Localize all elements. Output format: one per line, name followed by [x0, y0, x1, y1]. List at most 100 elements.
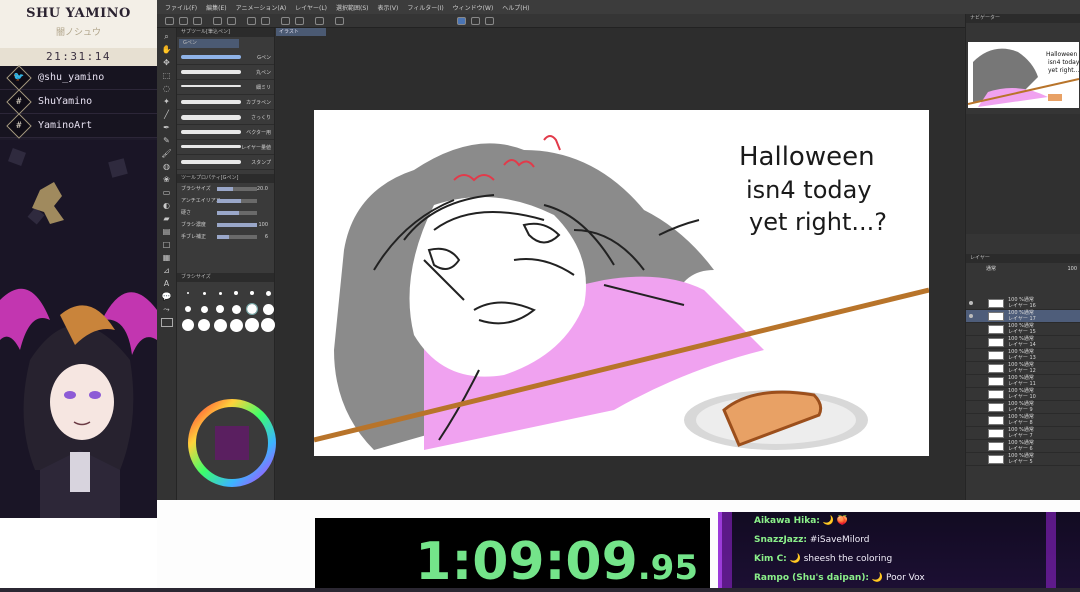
pencil-icon[interactable]: ✎ [161, 136, 173, 145]
snap-special-icon[interactable] [471, 17, 480, 25]
prop-antialias[interactable]: アンチエイリアス [177, 195, 274, 207]
size-option[interactable] [197, 318, 211, 332]
size-option[interactable] [261, 302, 275, 316]
snap-ruler-icon[interactable] [457, 17, 466, 25]
open-file-icon[interactable] [179, 17, 188, 25]
redo-icon[interactable] [227, 17, 236, 25]
clear-icon[interactable] [247, 17, 256, 25]
eye-icon[interactable] [969, 301, 973, 305]
layer-row[interactable]: 100 %通常 レイヤー 10 [966, 388, 1080, 401]
frame-icon[interactable]: ▦ [161, 253, 173, 262]
menu-edit[interactable]: 編集(E) [206, 3, 226, 12]
size-option[interactable] [197, 302, 211, 316]
zoom-icon[interactable]: ⌕ [161, 32, 173, 41]
transform-icon[interactable] [261, 17, 270, 25]
size-option[interactable] [181, 302, 195, 316]
size-option[interactable] [181, 286, 195, 300]
deselect-icon[interactable] [295, 17, 304, 25]
fill-icon[interactable]: ▰ [161, 214, 173, 223]
brush-item[interactable]: Gペン [177, 50, 274, 65]
layer-row[interactable]: 100 %通常 レイヤー 8 [966, 414, 1080, 427]
layer-row[interactable]: 100 %通常 レイヤー 13 [966, 349, 1080, 362]
prop-brush-size[interactable]: ブラシサイズ 20.0 [177, 183, 274, 195]
canvas-area[interactable]: イラスト Halloween isn4 today yet right...? [276, 28, 964, 500]
navigator-preview[interactable]: Halloween isn4 today yet right...? [968, 42, 1079, 108]
menu-selection[interactable]: 選択範囲(S) [336, 3, 369, 12]
snap-grid-icon[interactable] [485, 17, 494, 25]
size-option[interactable] [213, 318, 227, 332]
size-option[interactable] [181, 318, 195, 332]
layer-row[interactable]: 100 %通常 レイヤー 16 [966, 297, 1080, 310]
save-icon[interactable] [193, 17, 202, 25]
prop-stabilization[interactable]: 手ブレ補正 6 [177, 231, 274, 243]
pen-icon[interactable]: ✒ [161, 123, 173, 132]
size-option[interactable] [197, 286, 211, 300]
layer-row[interactable]: 100 %通常 レイヤー 7 [966, 427, 1080, 440]
brush-item[interactable]: カブラペン [177, 95, 274, 110]
size-option[interactable] [245, 318, 259, 332]
brush-item[interactable]: ベクター用 [177, 125, 274, 140]
layer-row[interactable]: 100 %通常 レイヤー 14 [966, 336, 1080, 349]
lasso-icon[interactable]: ◌ [161, 84, 173, 93]
layer-row-selected[interactable]: 100 %通常 レイヤー 17 [966, 310, 1080, 323]
brush-item[interactable]: 細ミリ [177, 80, 274, 95]
blend-mode-row[interactable]: 通常 100 [966, 263, 1080, 275]
size-option[interactable] [229, 318, 243, 332]
ruler-icon[interactable] [335, 17, 344, 25]
gradient-icon[interactable]: ▤ [161, 227, 173, 236]
size-option[interactable] [229, 302, 243, 316]
select-all-icon[interactable] [281, 17, 290, 25]
layer-row[interactable]: 100 %通常 レイヤー 6 [966, 440, 1080, 453]
layer-row[interactable]: 100 %通常 レイヤー 12 [966, 362, 1080, 375]
hand-icon[interactable]: ✋ [161, 45, 173, 54]
size-option[interactable] [261, 318, 275, 332]
color-wheel[interactable] [187, 398, 277, 498]
layer-row[interactable]: 100 %通常 レイヤー 15 [966, 323, 1080, 336]
prop-hardness[interactable]: 硬さ [177, 207, 274, 219]
brush-item[interactable]: スタンプ [177, 155, 274, 170]
eyedropper-icon[interactable]: ╱ [161, 110, 173, 119]
size-option[interactable] [245, 286, 259, 300]
undo-icon[interactable] [213, 17, 222, 25]
size-option[interactable] [245, 302, 259, 316]
menu-file[interactable]: ファイル(F) [165, 3, 197, 12]
eraser-icon[interactable]: ▭ [161, 188, 173, 197]
size-option[interactable] [213, 302, 227, 316]
wand-icon[interactable]: ✦ [161, 97, 173, 106]
menu-filter[interactable]: フィルター(I) [407, 3, 443, 12]
eye-icon[interactable] [969, 314, 973, 318]
balloon-icon[interactable]: 💬 [161, 292, 173, 301]
drawing-canvas[interactable]: Halloween isn4 today yet right...? [314, 110, 929, 456]
blend-icon[interactable]: ◐ [161, 201, 173, 210]
color-swatch-icon[interactable] [160, 318, 173, 327]
snap-icon[interactable] [315, 17, 324, 25]
menu-view[interactable]: 表示(V) [378, 3, 399, 12]
move-icon[interactable]: ✥ [161, 58, 173, 67]
layer-row[interactable]: 100 %通常 レイヤー 5 [966, 453, 1080, 466]
canvas-tab[interactable]: イラスト [276, 28, 326, 36]
brush-item[interactable]: さっくり [177, 110, 274, 125]
ruler-tool-icon[interactable]: ⊿ [161, 266, 173, 275]
menu-layer[interactable]: レイヤー(L) [295, 3, 327, 12]
text-icon[interactable]: A [161, 279, 173, 288]
figure-icon[interactable]: □ [161, 240, 173, 249]
select-icon[interactable]: ⬚ [161, 71, 173, 80]
menu-animation[interactable]: アニメーション(A) [236, 3, 287, 12]
airbrush-icon[interactable]: ◍ [161, 162, 173, 171]
size-option[interactable] [213, 286, 227, 300]
brush-icon[interactable]: 🖌 [161, 149, 173, 158]
subtool-tab[interactable]: Gペン [179, 39, 239, 48]
layer-row[interactable]: 100 %通常 レイヤー 11 [966, 375, 1080, 388]
menu-help[interactable]: ヘルプ(H) [502, 3, 529, 12]
decoration-icon[interactable]: ❀ [161, 175, 173, 184]
size-option[interactable] [229, 286, 243, 300]
brush-item[interactable]: 丸ペン [177, 65, 274, 80]
size-option[interactable] [261, 286, 275, 300]
menu-window[interactable]: ウィンドウ(W) [453, 3, 494, 12]
social-hashtag-2: # YaminoArt [0, 112, 157, 139]
new-file-icon[interactable] [165, 17, 174, 25]
brush-item[interactable]: レイヤー量値 [177, 140, 274, 155]
prop-density[interactable]: ブラシ濃度 100 [177, 219, 274, 231]
layer-row[interactable]: 100 %通常 レイヤー 9 [966, 401, 1080, 414]
correct-line-icon[interactable]: ⤳ [161, 305, 173, 314]
